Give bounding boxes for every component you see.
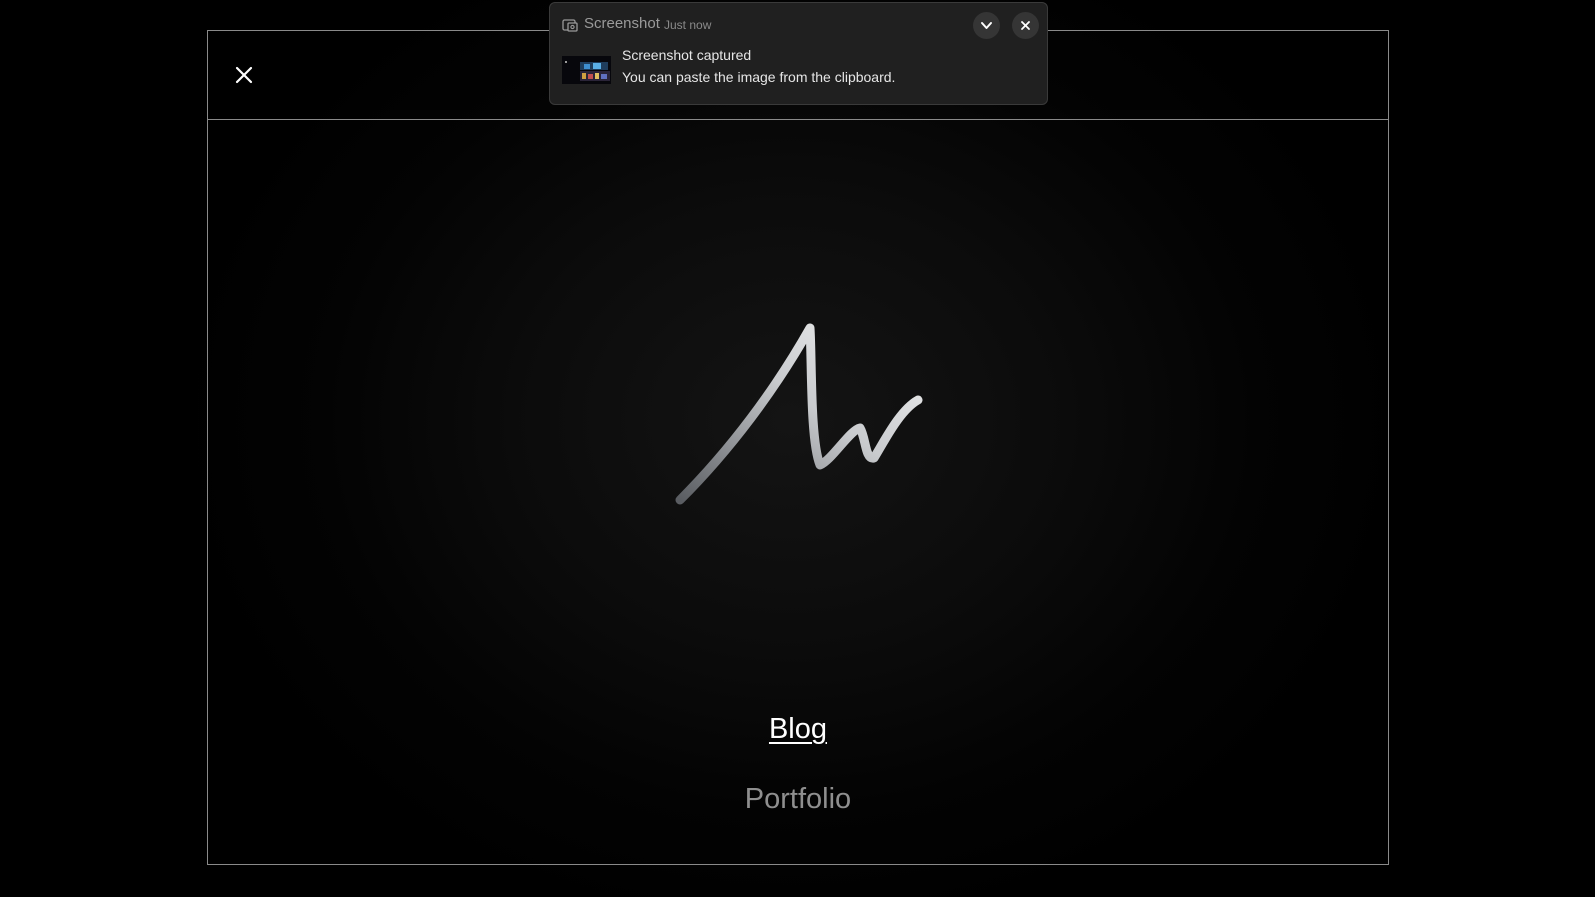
screenshot-notification[interactable]: Screenshot Just now Screenshot captured … bbox=[549, 2, 1048, 105]
menu-item-portfolio[interactable]: Portfolio bbox=[207, 783, 1389, 816]
notification-title: Screenshot captured bbox=[622, 47, 752, 63]
portfolio-link[interactable]: Portfolio bbox=[745, 783, 851, 815]
menu-item-blog[interactable]: Blog bbox=[207, 713, 1389, 746]
blog-link[interactable]: Blog bbox=[769, 713, 827, 745]
signature-logo bbox=[675, 323, 923, 505]
notification-body: You can paste the image from the clipboa… bbox=[622, 69, 896, 85]
close-icon bbox=[235, 66, 253, 84]
screenshot-thumbnail bbox=[562, 56, 611, 84]
close-icon bbox=[1021, 21, 1030, 30]
notification-app-name: Screenshot bbox=[584, 15, 660, 32]
page: Blog Portfolio Screenshot Just now Scree… bbox=[0, 0, 1595, 897]
close-menu-button[interactable] bbox=[230, 61, 258, 89]
notification-time: Just now bbox=[664, 18, 712, 32]
chevron-down-icon bbox=[981, 22, 992, 29]
notification-expand-button[interactable] bbox=[973, 12, 1000, 39]
screenshot-icon bbox=[562, 19, 578, 32]
notification-close-button[interactable] bbox=[1012, 12, 1039, 39]
thumbnail-image bbox=[562, 56, 611, 84]
